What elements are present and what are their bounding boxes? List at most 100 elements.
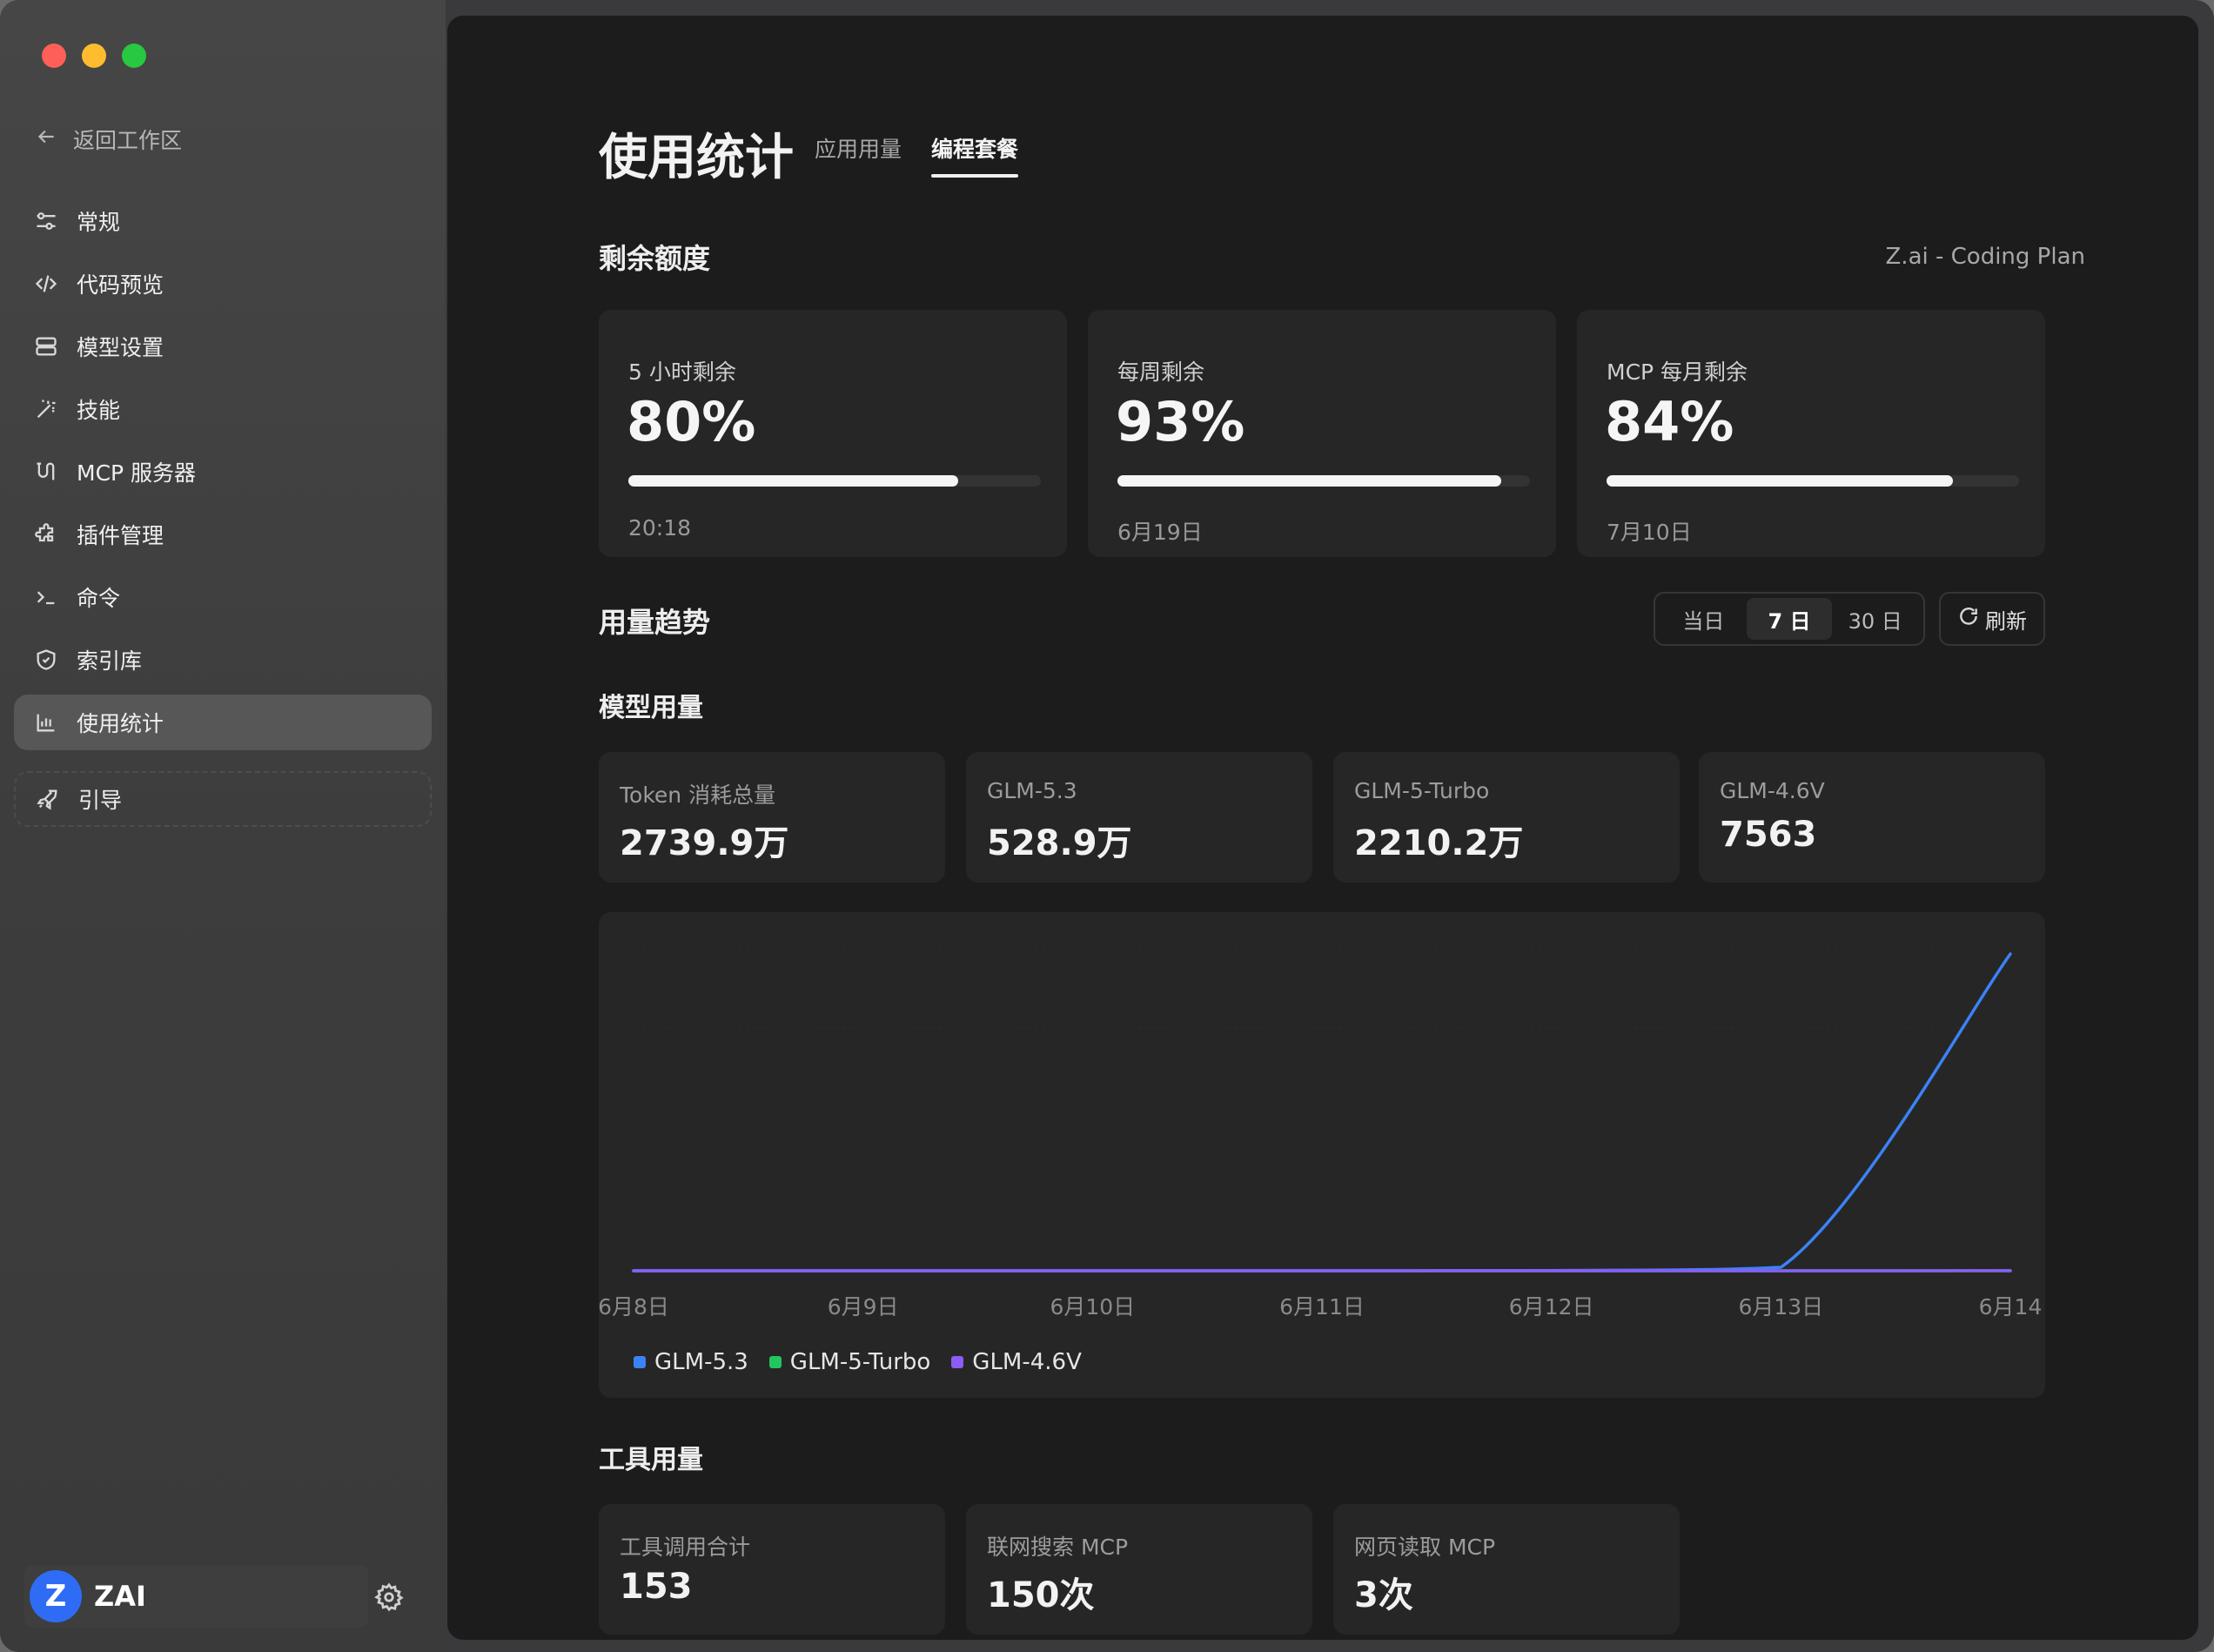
terminal-icon [33, 584, 59, 610]
quota-progress-fill [1607, 475, 1954, 487]
active-tab-indicator [931, 174, 1018, 178]
sidebar-item-label: 引导 [78, 788, 123, 813]
legend-swatch [768, 1356, 782, 1368]
sidebar-item-label: MCP 服务器 [77, 460, 197, 486]
model-usage-title: 模型用量 [599, 693, 703, 723]
stat-label: 网页读取 MCP [1354, 1534, 1496, 1560]
legend-label: GLM-5-Turbo [789, 1349, 931, 1375]
sidebar-item-usage-stats[interactable]: 使用统计 [14, 695, 432, 750]
stat-label: GLM-4.6V [1720, 778, 1825, 803]
legend-swatch [951, 1356, 964, 1368]
x-tick-label: 6月10日 [1050, 1294, 1135, 1320]
sidebar-item-model-settings[interactable]: 模型设置 [14, 319, 432, 374]
zoom-window-button[interactable] [122, 44, 146, 68]
main-content: 使用统计 应用用量 编程套餐 剩余额度 Z.ai - Coding Plan 5… [447, 16, 2198, 1640]
quota-value: 93% [1116, 390, 1245, 453]
trend-section-title: 用量趋势 [599, 606, 711, 639]
range-7d-button[interactable]: 7 日 [1746, 598, 1833, 640]
sidebar-item-code-preview[interactable]: 代码预览 [14, 256, 432, 312]
stat-value: 2210.2万 [1354, 823, 1524, 863]
minimize-window-button[interactable] [82, 44, 106, 68]
stat-card-web-reader-mcp: 网页读取 MCP 3次 [1333, 1504, 1680, 1635]
back-to-workspace-link[interactable]: 返回工作区 [35, 124, 182, 155]
chart-legend: GLM-5.3 GLM-5-Turbo GLM-4.6V [634, 1349, 1082, 1375]
x-tick-label: 6月11日 [1279, 1294, 1365, 1320]
gear-icon[interactable] [374, 1582, 404, 1612]
refresh-label: 刷新 [1985, 608, 2027, 634]
stat-label: Token 消耗总量 [620, 782, 776, 808]
magic-wand-icon [33, 396, 59, 422]
arrow-left-icon [35, 125, 57, 153]
stat-value: 2739.9万 [620, 823, 789, 863]
stat-card-tool-calls: 工具调用合计 153 [599, 1504, 945, 1635]
stat-value: 150次 [987, 1575, 1095, 1615]
sidebar-item-plugins[interactable]: 插件管理 [14, 507, 432, 562]
stat-value: 7563 [1720, 815, 1817, 855]
tool-usage-title: 工具用量 [599, 1445, 703, 1475]
stat-value: 153 [620, 1567, 693, 1607]
refresh-icon [1957, 605, 1980, 633]
sidebar-nav: 常规 代码预览 模型设置 技能 MCP 服务器 插件管理 命令 索引库 使用统计… [14, 193, 432, 834]
stat-card-glm-5-3: GLM-5.3 528.9万 [966, 752, 1312, 883]
sidebar-item-label: 常规 [77, 210, 121, 235]
quota-progress-fill [628, 475, 959, 487]
quota-progress-bar [1607, 475, 2019, 487]
refresh-button[interactable]: 刷新 [1939, 592, 2045, 646]
quota-label: 5 小时剩余 [628, 359, 736, 385]
sidebar-item-mcp-servers[interactable]: MCP 服务器 [14, 444, 432, 500]
x-tick-label: 6月13日 [1738, 1294, 1823, 1320]
tab-app-usage[interactable]: 应用用量 [815, 132, 902, 164]
usage-trend-chart: 6月8日 6月9日 6月10日 6月11日 6月12日 6月13日 6月14 GLM-5.3… [599, 912, 2045, 1398]
sidebar-item-label: 插件管理 [77, 523, 164, 548]
stat-label: 联网搜索 MCP [987, 1534, 1129, 1560]
tab-coding-plan[interactable]: 编程套餐 [931, 132, 1018, 164]
stat-label: GLM-5.3 [987, 778, 1077, 803]
sidebar-item-skills[interactable]: 技能 [14, 381, 432, 437]
quota-card-5h: 5 小时剩余 80% 20:18 [599, 310, 1067, 557]
sidebar-item-index[interactable]: 索引库 [14, 632, 432, 688]
user-profile[interactable]: Z ZAI [24, 1565, 368, 1628]
quota-progress-bar [628, 475, 1041, 487]
legend-swatch [634, 1356, 646, 1368]
quota-value: 84% [1605, 390, 1734, 453]
sidebar-item-guide[interactable]: 引导 [14, 771, 432, 827]
mcp-icon [33, 459, 59, 485]
quota-value: 80% [627, 390, 756, 453]
series-line-glm-5-3[interactable] [632, 952, 2012, 1273]
shield-icon [33, 647, 59, 673]
quota-card-weekly: 每周剩余 93% 6月19日 [1088, 310, 1556, 557]
back-to-workspace-label: 返回工作区 [73, 128, 183, 153]
stat-card-web-search-mcp: 联网搜索 MCP 150次 [966, 1504, 1312, 1635]
legend-item-glm-5-3[interactable]: GLM-5.3 [634, 1349, 748, 1375]
quota-progress-fill [1117, 475, 1501, 487]
window-controls [42, 44, 146, 68]
sidebar-item-commands[interactable]: 命令 [14, 569, 432, 625]
legend-item-glm-4-6v[interactable]: GLM-4.6V [951, 1349, 1082, 1375]
puzzle-icon [33, 521, 59, 547]
sidebar-item-label: 索引库 [77, 648, 143, 674]
quota-card-mcp-monthly: MCP 每月剩余 84% 7月10日 [1577, 310, 2045, 557]
close-window-button[interactable] [42, 44, 66, 68]
bar-chart-icon [33, 709, 59, 735]
page-title: 使用统计 [599, 130, 794, 186]
x-tick-label: 6月9日 [828, 1294, 899, 1320]
sidebar-item-general[interactable]: 常规 [14, 193, 432, 249]
stat-value: 528.9万 [987, 823, 1132, 863]
quota-label: MCP 每月剩余 [1607, 359, 1748, 385]
stat-card-total-tokens: Token 消耗总量 2739.9万 [599, 752, 945, 883]
stat-label: 工具调用合计 [620, 1534, 751, 1560]
stat-card-glm-4-6v: GLM-4.6V 7563 [1699, 752, 2045, 883]
range-today-button[interactable]: 当日 [1660, 598, 1747, 640]
quota-reset-date: 7月10日 [1607, 520, 1692, 545]
range-30d-button[interactable]: 30 日 [1832, 598, 1918, 640]
quota-progress-bar [1117, 475, 1530, 487]
legend-label: GLM-4.6V [972, 1349, 1082, 1375]
rocket-icon [35, 786, 61, 812]
code-icon [33, 271, 59, 297]
quota-reset-date: 6月19日 [1117, 520, 1203, 545]
range-selector: 当日 7 日 30 日 [1654, 592, 1925, 646]
legend-label: GLM-5.3 [654, 1349, 748, 1375]
legend-item-glm-5-turbo[interactable]: GLM-5-Turbo [768, 1349, 931, 1375]
stat-value: 3次 [1354, 1575, 1413, 1615]
quota-reset-time: 20:18 [628, 515, 692, 541]
